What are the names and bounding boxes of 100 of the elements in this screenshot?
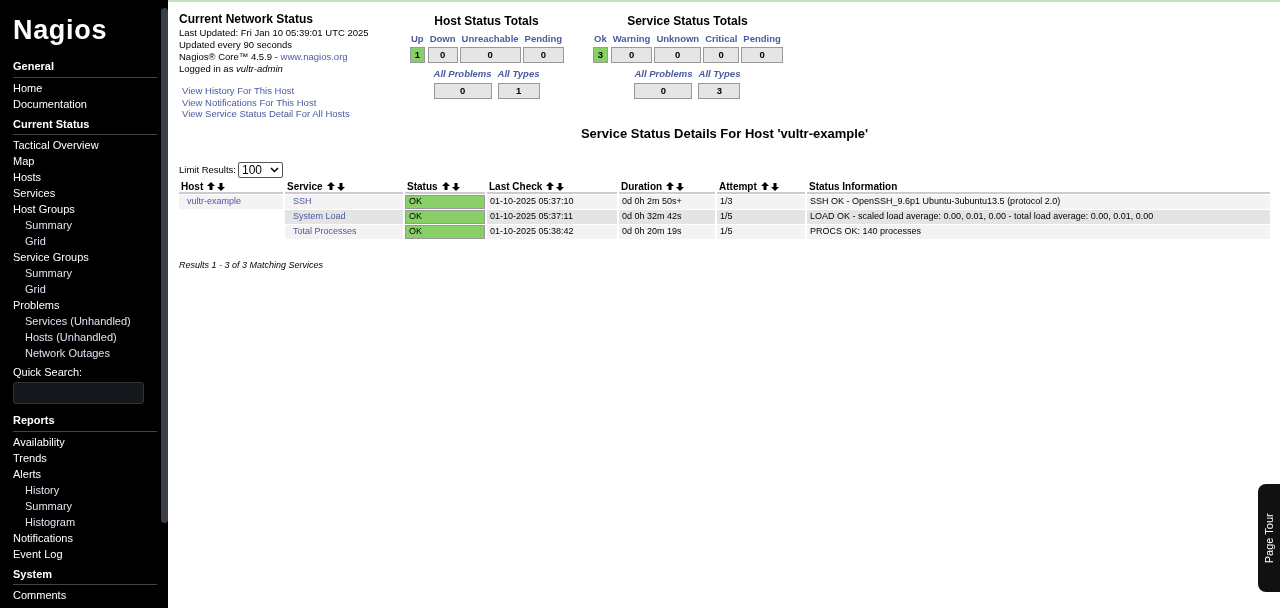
table-cell: 01-10-2025 05:37:10 [487, 195, 617, 209]
count-cell: 0 [654, 47, 702, 64]
user-name: vultr-admin [236, 63, 283, 75]
status-link[interactable]: Critical [703, 32, 740, 47]
status-cell: OK [405, 210, 485, 224]
nav-link[interactable]: Service Groups [13, 249, 157, 265]
section-heading: System [13, 565, 157, 585]
status-link[interactable]: All Problems [632, 67, 695, 82]
count-cell: 0 [433, 82, 492, 99]
nav-link[interactable]: Event Log [13, 545, 157, 562]
section-heading: Current Status [13, 115, 157, 135]
sort-icon[interactable] [666, 182, 685, 191]
nav-link[interactable]: Availability [13, 433, 157, 450]
table-cell: SSH OK - OpenSSH_9.6p1 Ubuntu-3ubuntu13.5 (protocol 2.0) [807, 195, 1270, 209]
search-label: Quick Search: [13, 365, 84, 380]
count-cell: 0 [522, 47, 565, 64]
status-link[interactable]: Up [409, 32, 426, 47]
website-link[interactable]: www.nagios.org [280, 51, 348, 63]
totals-title: Host Status Totals [434, 13, 539, 30]
nav-link[interactable]: Map [13, 153, 157, 169]
nav-link[interactable]: Documentation [13, 95, 157, 112]
table-cell: 01-10-2025 05:37:11 [487, 210, 617, 224]
details-title: Service Status Details For Host 'vultr-example' [579, 124, 870, 143]
count-cell: 0 [459, 47, 521, 64]
nav-link[interactable]: Summary [13, 265, 157, 281]
nav-link[interactable]: Services [13, 185, 157, 201]
table-cell: 1/5 [717, 225, 805, 239]
table-cell: PROCS OK: 140 processes [807, 225, 1270, 239]
count-cell: 1 [497, 82, 540, 99]
column-header: Duration [621, 179, 663, 194]
column-header: Host [181, 179, 204, 194]
status-link[interactable]: Pending [741, 32, 783, 47]
scrollbar-thumb[interactable] [161, 8, 168, 523]
sort-icon[interactable] [546, 182, 565, 191]
totals-title: Service Status Totals [627, 13, 748, 30]
table-cell: 0d 0h 2m 50s+ [619, 195, 715, 209]
limit-select[interactable]: 100 [238, 162, 283, 178]
status-link[interactable]: All Problems [431, 67, 494, 82]
page-tour-button[interactable]: Page Tour [1258, 484, 1280, 592]
nav-link[interactable]: Services (Unhandled) [13, 313, 157, 329]
nav-link[interactable]: Grid [13, 281, 157, 297]
sort-icon[interactable] [441, 182, 460, 191]
view-link[interactable]: View Notifications For This Host [182, 96, 399, 108]
nav-link[interactable]: Hosts (Unhandled) [13, 329, 157, 345]
nagios-logo[interactable]: Nagios [13, 14, 157, 46]
section-heading: Reports [13, 412, 157, 432]
nav-link[interactable]: Trends [13, 449, 157, 466]
nav-link[interactable]: Histogram [13, 513, 157, 530]
column-header: Attempt [719, 179, 757, 194]
nav-link[interactable]: Network Outages [13, 345, 157, 361]
status-cell: OK [405, 225, 485, 239]
sort-icon[interactable] [207, 182, 226, 191]
table-cell: 1/3 [717, 195, 805, 209]
column-header: Last Check [489, 179, 543, 194]
limit-label: Limit Results: [179, 162, 236, 177]
table-cell: 01-10-2025 05:38:42 [487, 225, 617, 239]
status-link[interactable]: Ok [592, 32, 609, 47]
nav-link[interactable]: Summary [13, 497, 157, 514]
sort-icon[interactable] [326, 182, 345, 191]
nav-link[interactable]: Problems [13, 297, 157, 313]
version-text: Nagios® Core™ 4.5.9 - [179, 51, 279, 63]
nav-link[interactable]: Comments [13, 587, 157, 603]
column-header: Service [287, 179, 323, 194]
nav-link[interactable]: Grid [13, 233, 157, 249]
status-link[interactable]: All Types [495, 67, 542, 82]
status-link[interactable]: All Types [696, 67, 743, 82]
view-link[interactable]: View History For This Host [182, 85, 399, 97]
nav-link[interactable]: History [13, 481, 157, 498]
nav-link[interactable]: Summary [13, 217, 157, 233]
status-link[interactable]: Unreachable [459, 32, 521, 47]
nav-link[interactable]: Hosts [13, 169, 157, 185]
nav-link[interactable]: Home [13, 79, 157, 96]
count-cell: 0 [427, 47, 458, 64]
nav-link[interactable]: Tactical Overview [13, 137, 157, 153]
search-field[interactable] [13, 382, 144, 404]
nav-link[interactable]: Alerts [13, 465, 157, 482]
status-link[interactable]: Pending [522, 32, 565, 47]
status-link[interactable]: Warning [610, 32, 653, 47]
view-link[interactable]: View Service Status Detail For All Hosts [182, 108, 399, 120]
status-cell: OK [405, 195, 485, 209]
count-cell: 0 [703, 47, 740, 64]
count-cell: 3 [592, 47, 608, 64]
sort-icon[interactable] [760, 182, 779, 191]
nav-link[interactable]: Notifications [13, 529, 157, 546]
results-count: Results 1 - 3 of 3 Matching Services [179, 259, 325, 272]
nav-link[interactable]: Host Groups [13, 201, 157, 217]
table-cell: 0d 0h 32m 42s [619, 210, 715, 224]
status-link[interactable]: Down [427, 32, 458, 47]
column-header: Status [407, 179, 438, 194]
count-cell: 3 [698, 82, 741, 99]
update-interval: Updated every 90 seconds [179, 39, 294, 51]
page-title: Current Network Status [179, 12, 315, 26]
column-header: Status Information [809, 179, 898, 194]
count-cell: 1 [409, 47, 425, 64]
count-cell: 0 [741, 47, 783, 64]
last-updated: Last Updated: Fri Jan 10 05:39:01 UTC 2025 [179, 27, 370, 39]
table-cell: LOAD OK - scaled load average: 0.00, 0.01, 0.00 - total load average: 0.00, 0.01, 0.00 [807, 210, 1270, 224]
service-link[interactable]: SSH [293, 195, 312, 209]
table-cell: 0d 0h 20m 19s [619, 225, 715, 239]
status-link[interactable]: Unknown [654, 32, 702, 47]
